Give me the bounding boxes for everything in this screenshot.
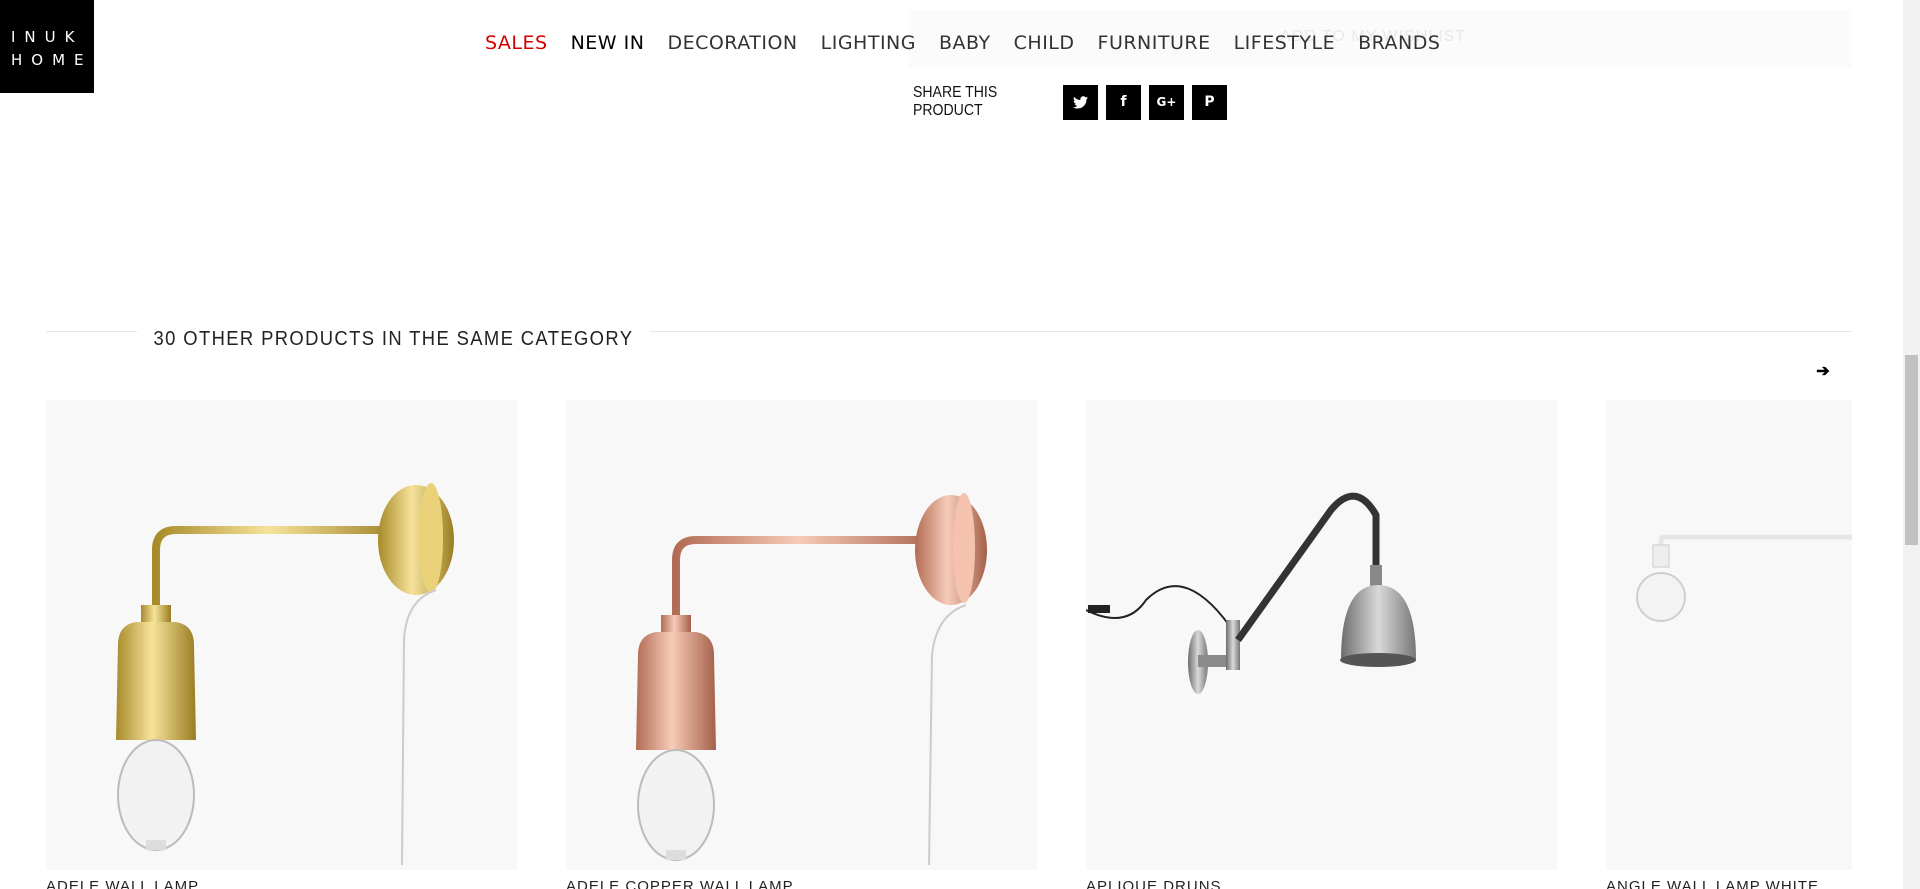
product-card[interactable]: ADELE COPPER WALL LAMP [566,400,1037,889]
product-card[interactable]: ADELE WALL LAMP [46,400,517,889]
wall-lamp-image [1636,534,1852,622]
logo[interactable]: INUK HOME [0,0,94,93]
nav-item-furniture[interactable]: FURNITURE [1098,32,1211,54]
main-nav: SALES NEW IN DECORATION LIGHTING BABY CH… [485,32,1463,54]
related-products-title: 30 OTHER PRODUCTS IN THE SAME CATEGORY [137,326,650,352]
product-card[interactable]: APLIQUE DRUNS [1086,400,1557,889]
facebook-button[interactable]: f [1106,84,1141,120]
wall-lamp-image [1086,492,1416,694]
nav-item-new-in[interactable]: NEW IN [571,32,645,54]
product-name[interactable]: ADELE WALL LAMP [46,878,199,889]
carousel-next-button[interactable]: ➔ [1813,361,1833,381]
product-card[interactable]: ANGLE WALL LAMP WHITE [1606,400,1852,889]
wall-lamp-image [636,493,987,866]
nav-item-child[interactable]: CHILD [1014,32,1075,54]
product-name[interactable]: APLIQUE DRUNS [1086,878,1222,889]
nav-item-lifestyle[interactable]: LIFESTYLE [1234,32,1336,54]
google-plus-icon: G+ [1156,95,1177,109]
facebook-icon: f [1120,94,1127,110]
twitter-button[interactable] [1063,84,1098,120]
product-image[interactable] [566,400,1037,870]
arrow-right-icon: ➔ [1816,363,1830,380]
product-image[interactable] [46,400,517,870]
share-label: SHARE THIS PRODUCT [913,84,998,119]
pinterest-icon: P [1204,94,1215,110]
product-name[interactable]: ADELE COPPER WALL LAMP [566,878,794,889]
product-image[interactable] [1606,400,1852,870]
wall-lamp-image [116,483,454,866]
nav-item-decoration[interactable]: DECORATION [667,32,797,54]
product-image[interactable] [1086,400,1557,870]
nav-item-baby[interactable]: BABY [939,32,991,54]
product-carousel: ADELE WALL LAMP ADELE COPPER WALL LAMP A… [46,400,1852,889]
share-bar: SHARE THIS PRODUCT f G+ P [913,84,1227,120]
google-plus-button[interactable]: G+ [1149,84,1184,120]
pinterest-button[interactable]: P [1192,84,1227,120]
logo-line-2: HOME [11,51,93,69]
page-scrollbar[interactable] [1903,0,1920,889]
logo-line-1: INUK [11,28,84,46]
nav-item-brands[interactable]: BRANDS [1358,32,1440,54]
nav-item-sales[interactable]: SALES [485,32,548,54]
product-name[interactable]: ANGLE WALL LAMP WHITE [1606,878,1819,889]
twitter-icon [1073,95,1088,108]
scrollbar-thumb[interactable] [1905,355,1918,545]
nav-item-lighting[interactable]: LIGHTING [821,32,916,54]
